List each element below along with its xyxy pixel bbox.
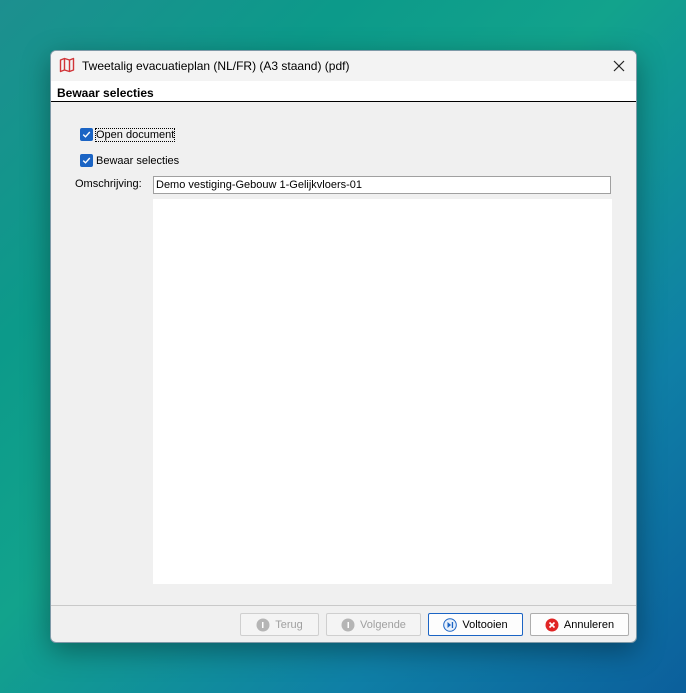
description-memo[interactable] [153,199,612,584]
window-title: Tweetalig evacuatieplan (NL/FR) (A3 staa… [82,59,350,73]
open-document-option[interactable]: Open document [80,127,176,142]
finish-button[interactable]: Voltooien [428,613,523,636]
next-label: Volgende [360,618,406,631]
map-icon [59,57,75,73]
step-title: Bewaar selecties [57,86,154,100]
step-header: Bewaar selecties [51,81,636,102]
close-icon [613,60,625,72]
next-icon [341,618,355,631]
finish-icon [443,617,458,632]
checkmark-icon [82,131,91,138]
close-button[interactable] [608,55,630,77]
back-label: Terug [275,618,303,631]
checkmark-icon [82,157,91,164]
save-selections-label[interactable]: Bewaar selecties [96,155,179,167]
open-document-checkbox[interactable] [80,128,93,141]
footer-divider [51,605,636,606]
title-bar[interactable]: Tweetalig evacuatieplan (NL/FR) (A3 staa… [51,51,636,81]
cancel-icon [545,618,559,631]
cancel-label: Annuleren [563,618,615,631]
save-selections-checkbox[interactable] [80,154,93,167]
cancel-button[interactable]: Annuleren [530,613,629,636]
description-input[interactable]: Demo vestiging-Gebouw 1-Gelijkvloers-01 [153,176,611,194]
dialog-window: Tweetalig evacuatieplan (NL/FR) (A3 staa… [50,50,637,643]
description-label: Omschrijving: [75,178,142,190]
back-icon [256,618,270,631]
finish-label: Voltooien [462,618,508,631]
save-selections-option[interactable]: Bewaar selecties [80,154,179,167]
back-button[interactable]: Terug [240,613,319,636]
open-document-label[interactable]: Open document [94,127,176,142]
next-button[interactable]: Volgende [326,613,421,636]
